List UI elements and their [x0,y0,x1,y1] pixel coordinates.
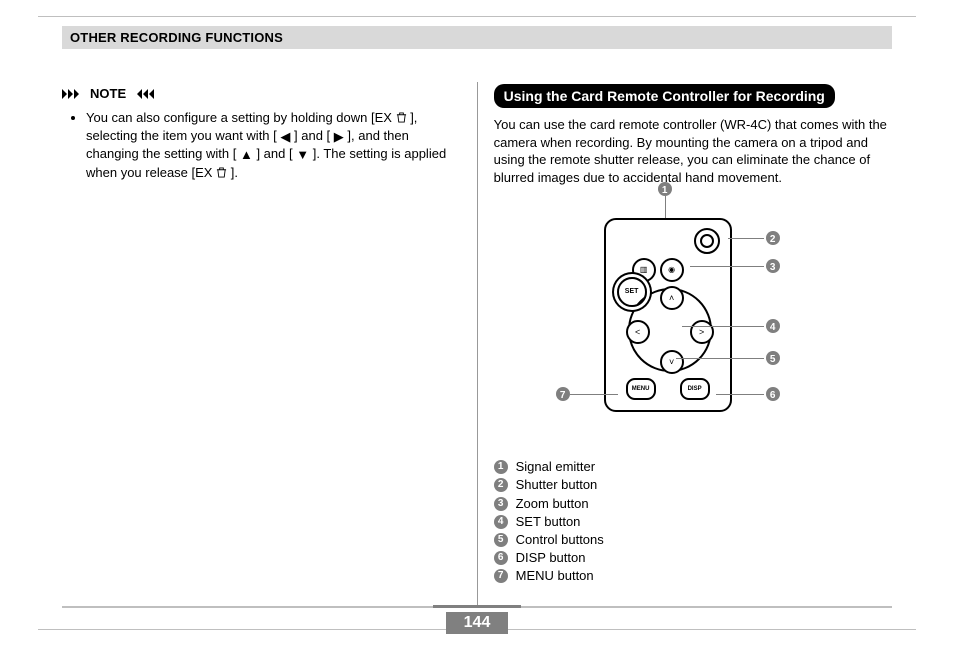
remote-down-button: ˅ [660,350,684,374]
leader-line [665,196,666,218]
legend-item: 2 Shutter button [494,476,892,494]
body-paragraph: You can use the card remote controller (… [494,116,892,186]
callout-2: 2 [766,231,780,245]
legend: 1 Signal emitter 2 Shutter button 3 Zoom bu… [494,458,892,585]
column-divider [477,82,478,606]
section-title-bar: OTHER RECORDING FUNCTIONS [62,26,892,49]
page-number-wrap: 144 [0,612,954,634]
triangle-left-icon: ◀ [280,128,290,146]
footer-rule-accent [433,605,521,608]
legend-item: 1 Signal emitter [494,458,892,476]
legend-number: 1 [494,460,508,474]
remote-zoom-tele-button: ◉ [660,258,684,282]
note-label: NOTE [90,86,126,101]
page-number: 144 [446,612,509,634]
callout-1: 1 [658,182,672,196]
legend-item: 5 Control buttons [494,531,892,549]
content-area: OTHER RECORDING FUNCTIONS NOTE You can a… [62,26,892,610]
leader-line [676,358,764,359]
note-list: You can also configure a setting by hold… [86,109,460,181]
triangle-up-icon: ▲ [240,146,253,164]
remote-set-button: SET [617,277,647,307]
legend-label: DISP button [516,549,586,567]
remote-menu-button: MENU [626,378,656,400]
note-text: ] and [ [256,146,292,161]
legend-item: 4 SET button [494,513,892,531]
legend-number: 7 [494,569,508,583]
remote-dpad: ˄ ˅ ˂ ˃ SET [628,288,712,372]
note-text: You can also configure a setting by hold… [86,110,396,125]
note-text: ]. [231,165,238,180]
legend-label: Zoom button [516,495,589,513]
remote-left-button: ˂ [626,320,650,344]
legend-label: Signal emitter [516,458,595,476]
legend-label: Shutter button [516,476,598,494]
note-text: ] and [ [294,128,330,143]
legend-item: 7 MENU button [494,567,892,585]
leader-line [728,238,764,239]
note-heading: NOTE [62,86,460,101]
left-column: NOTE You can also configure a setting by… [62,82,460,610]
set-label: SET [619,279,645,305]
triangle-down-icon: ▼ [296,146,309,164]
legend-label: SET button [516,513,581,531]
leader-line [570,394,618,395]
leader-line [716,394,764,395]
right-column: Using the Card Remote Controller for Rec… [494,82,892,610]
triangle-right-icon: ▶ [334,128,344,146]
callout-5: 5 [766,351,780,365]
manual-page: OTHER RECORDING FUNCTIONS NOTE You can a… [0,0,954,646]
legend-item: 3 Zoom button [494,495,892,513]
legend-label: MENU button [516,567,594,585]
remote-right-button: ˃ [690,320,714,344]
callout-4: 4 [766,319,780,333]
callout-3: 3 [766,259,780,273]
leader-line [682,326,764,327]
legend-item: 6 DISP button [494,549,892,567]
legend-number: 3 [494,497,508,511]
callout-6: 6 [766,387,780,401]
trash-icon [396,110,407,121]
callout-7: 7 [556,387,570,401]
trash-icon [216,165,227,176]
remote-disp-button: DISP [680,378,710,400]
remote-shutter-emitter [694,228,720,254]
legend-number: 4 [494,515,508,529]
remote-up-button: ˄ [660,286,684,310]
remote-diagram: ▥ ◉ ˄ ˅ ˂ ˃ SET MENU DISP 1 2 [494,192,892,452]
legend-label: Control buttons [516,531,604,549]
section-title: OTHER RECORDING FUNCTIONS [70,30,283,45]
remote-outline: ▥ ◉ ˄ ˅ ˂ ˃ SET MENU DISP [604,218,732,412]
note-arrow-left-icon [132,89,154,99]
leader-line [690,266,764,267]
subsection-heading: Using the Card Remote Controller for Rec… [494,84,835,108]
legend-number: 6 [494,551,508,565]
legend-number: 5 [494,533,508,547]
note-arrow-right-icon [62,89,84,99]
note-bullet: You can also configure a setting by hold… [86,109,460,181]
legend-number: 2 [494,478,508,492]
